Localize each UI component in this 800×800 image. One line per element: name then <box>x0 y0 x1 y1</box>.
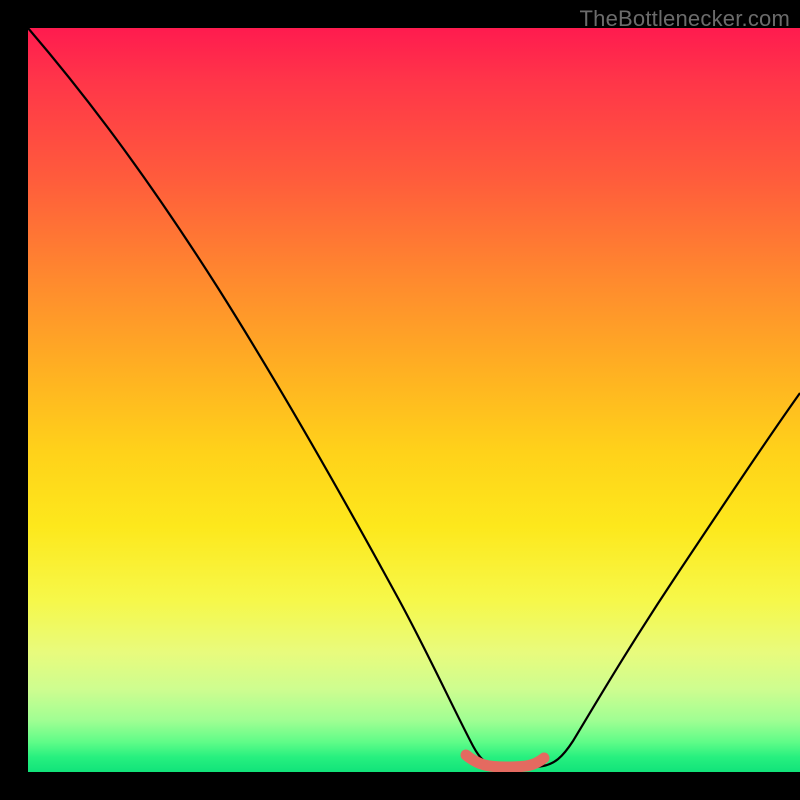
plot-area <box>28 28 800 772</box>
highlight-segment <box>466 755 544 767</box>
watermark-text: TheBottlenecker.com <box>580 6 790 32</box>
curve-layer <box>28 28 800 772</box>
bottleneck-curve <box>28 28 800 768</box>
chart-frame: TheBottlenecker.com <box>0 0 800 800</box>
